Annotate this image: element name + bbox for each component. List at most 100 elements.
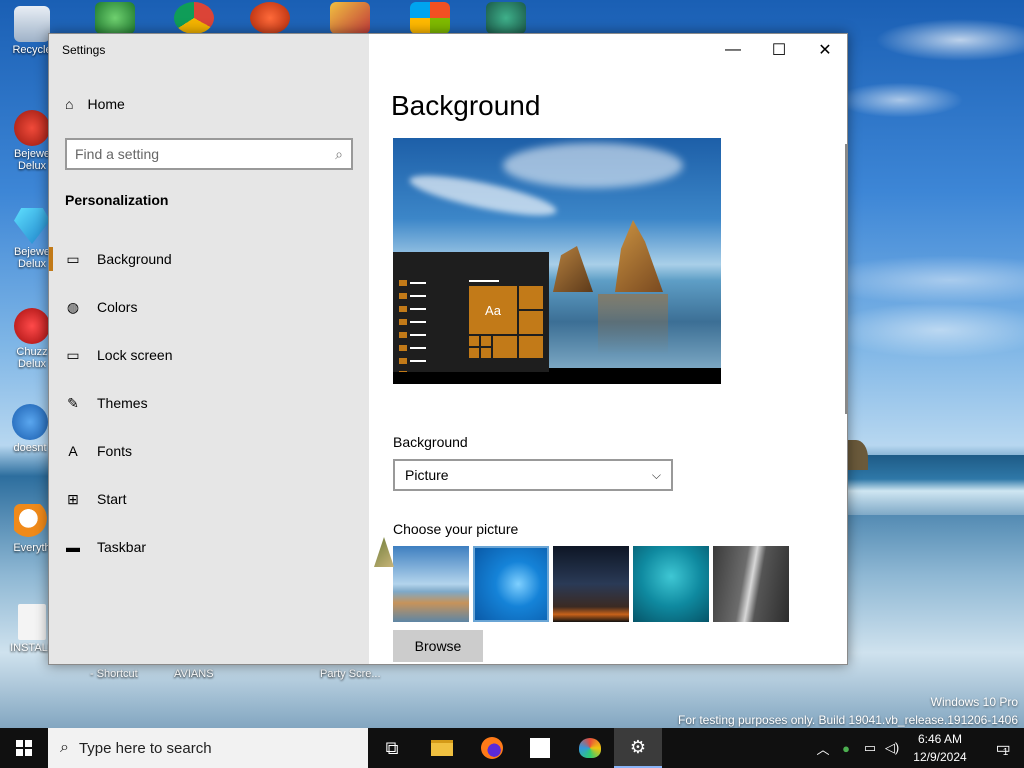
sidebar-item-label: Fonts	[97, 443, 133, 459]
sidebar-item-label: Background	[97, 251, 172, 267]
preview-reflection	[598, 294, 668, 354]
nav-home[interactable]: ⌂ Home	[65, 96, 125, 112]
desktop-icon-label: Party Scre...	[320, 668, 381, 680]
choose-picture-label: Choose your picture	[393, 521, 519, 537]
taskbar: ⌕ ⧉ ⚙ ︿ ● ▭ ◁) 6:46 AM 12/9/2024 ▭ 1	[0, 728, 1024, 768]
preview-tile	[519, 311, 543, 334]
user-app-icon[interactable]	[516, 728, 564, 768]
firefox-icon[interactable]	[468, 728, 516, 768]
desktop-icon-label: Everyth	[13, 542, 51, 554]
find-setting-search[interactable]: ⌕	[65, 138, 353, 170]
sidebar-item-label: Taskbar	[97, 539, 147, 555]
home-icon: ⌂	[65, 96, 74, 112]
preview-tile-aa: Aa	[469, 286, 517, 334]
sidebar-item-label: Themes	[97, 395, 148, 411]
sidebar-item-label: Lock screen	[97, 347, 173, 363]
start-button[interactable]	[0, 728, 48, 768]
notification-center-button[interactable]: ▭ 1	[980, 728, 1024, 768]
desktop-icon-label: Recycle	[12, 44, 52, 56]
build-watermark: For testing purposes only. Build 19041.v…	[677, 713, 1018, 727]
taskbar-search-input[interactable]	[78, 739, 339, 757]
picture-thumbnail[interactable]	[473, 546, 549, 622]
user-status-icon[interactable]: ●	[836, 728, 856, 768]
preview-header-line	[469, 280, 499, 282]
bird-icon	[12, 404, 48, 440]
settings-window: Settings ⌂ Home ⌕ Personalization ▭ Back…	[48, 33, 848, 665]
desktop-icon-label: Bejewe Delux	[13, 246, 51, 270]
settings-content: — ☐ ✕ Background Aa Background Picture ⌵…	[369, 34, 847, 664]
preview-tile	[519, 286, 543, 309]
desktop-icon-label: AVIANS	[174, 668, 214, 680]
dropdown-value: Picture	[405, 467, 449, 483]
volume-icon[interactable]: ◁)	[882, 728, 902, 768]
windows-logo-icon	[16, 740, 32, 756]
page-title: Background	[391, 90, 541, 121]
desktop-icon-label: - Shortcut	[90, 668, 138, 680]
background-type-dropdown[interactable]: Picture ⌵	[393, 459, 673, 491]
sidebar-item-taskbar[interactable]: ▬ Taskbar	[49, 527, 369, 567]
minimize-button[interactable]: —	[710, 34, 756, 66]
content-scrollbar[interactable]	[845, 144, 847, 414]
preview-tile	[493, 336, 517, 358]
sidebar-item-background[interactable]: ▭ Background	[49, 239, 369, 279]
lock-screen-icon: ▭	[66, 346, 80, 363]
avians-icon[interactable]	[486, 2, 526, 34]
maximize-button[interactable]: ☐	[756, 34, 802, 66]
picture-thumbnail[interactable]	[713, 546, 789, 622]
browse-button[interactable]: Browse	[393, 630, 483, 662]
desktop-icon-label: doesnt	[13, 442, 47, 454]
chevron-down-icon: ⌵	[651, 467, 661, 482]
chrome-icon[interactable]	[174, 2, 214, 34]
app-icon[interactable]	[330, 2, 370, 34]
fonts-icon: A	[68, 443, 78, 459]
bejeweled-icon	[14, 110, 50, 146]
desktop-icon-label: Chuzz Delux	[16, 346, 48, 370]
sidebar-item-label: Colors	[97, 299, 138, 315]
clock-time: 6:46 AM	[917, 732, 963, 746]
find-setting-input[interactable]	[75, 146, 315, 162]
preview-cloud	[503, 143, 683, 188]
file-explorer-icon[interactable]	[418, 728, 466, 768]
sidebar-item-themes[interactable]: ✎ Themes	[49, 383, 369, 423]
recycle-bin-icon	[14, 6, 50, 42]
start-tiles-icon: ⊞	[67, 490, 79, 507]
clock-date: 12/9/2024	[913, 750, 967, 764]
sidebar-item-fonts[interactable]: A Fonts	[49, 431, 369, 471]
nav-home-label: Home	[87, 96, 125, 112]
network-icon[interactable]: ▭	[860, 728, 880, 768]
wallpaper-sea	[848, 455, 1024, 515]
paint-icon[interactable]	[566, 728, 614, 768]
preview-taskbar	[393, 372, 721, 384]
preview-tile	[469, 336, 479, 346]
close-button[interactable]: ✕	[802, 34, 847, 66]
diamond-icon	[14, 208, 50, 244]
search-icon[interactable]: ⌕	[335, 146, 343, 163]
task-view-icon[interactable]: ⧉	[368, 728, 416, 768]
search-magnifier-icon	[14, 504, 50, 540]
app-icon[interactable]	[250, 2, 290, 34]
preview-tile	[481, 348, 491, 358]
preview-tile	[481, 336, 491, 346]
brush-icon: ✎	[67, 394, 79, 411]
notification-count: 1	[1002, 746, 1009, 758]
people-app-icon[interactable]	[95, 2, 135, 34]
settings-gear-icon[interactable]: ⚙	[614, 728, 662, 768]
microsoft-icon[interactable]	[410, 2, 450, 34]
taskbar-search[interactable]: ⌕	[48, 728, 368, 768]
sidebar-item-start[interactable]: ⊞ Start	[49, 479, 369, 519]
sidebar-item-colors[interactable]: ◍ Colors	[49, 287, 369, 327]
chevron-up-icon[interactable]: ︿	[814, 728, 832, 768]
taskbar-icon: ▬	[66, 539, 80, 555]
picture-thumbnail[interactable]	[393, 546, 469, 622]
section-title: Personalization	[65, 192, 169, 208]
sidebar-item-lock-screen[interactable]: ▭ Lock screen	[49, 335, 369, 375]
preview-tile	[469, 348, 479, 358]
preview-tile	[519, 336, 543, 358]
picture-icon: ▭	[66, 250, 80, 267]
picture-thumbnails	[393, 546, 789, 622]
picture-thumbnail[interactable]	[633, 546, 709, 622]
wallpaper-rock	[848, 440, 868, 470]
picture-thumbnail[interactable]	[553, 546, 629, 622]
clock[interactable]: 6:46 AM 12/9/2024	[905, 730, 975, 766]
settings-sidebar: Settings ⌂ Home ⌕ Personalization ▭ Back…	[49, 34, 369, 664]
